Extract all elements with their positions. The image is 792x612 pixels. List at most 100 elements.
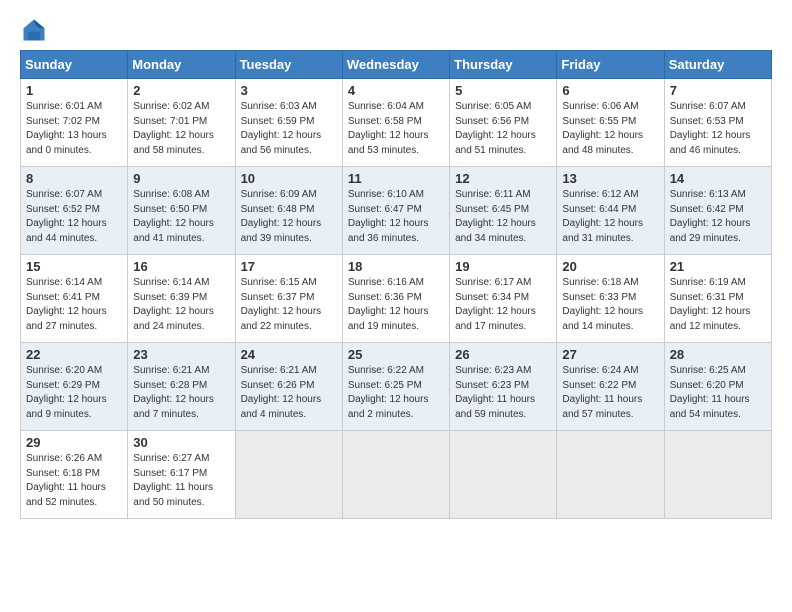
table-row: 28Sunrise: 6:25 AM Sunset: 6:20 PM Dayli… (664, 343, 771, 431)
day-number: 23 (133, 347, 230, 362)
day-number: 3 (241, 83, 338, 98)
table-row: 11 Sunrise: 6:10 AM Sunset: 6:47 PM Dayli… (342, 167, 449, 255)
col-wednesday: Wednesday (342, 51, 449, 79)
day-info: Sunrise: 6:10 AM Sunset: 6:47 PM Dayligh… (348, 188, 445, 246)
day-info: Sunrise: 6:03 AM Sunset: 6:59 PM Dayligh… (241, 100, 338, 158)
day-number: 24 (241, 347, 338, 362)
day-info: Sunrise: 6:12 AM Sunset: 6:44 PM Dayligh… (562, 188, 659, 246)
day-number: 10 (241, 171, 338, 186)
table-row: 10Sunrise: 6:09 AM Sunset: 6:48 PM Dayli… (235, 167, 342, 255)
day-number: 21 (670, 259, 767, 274)
day-number: 29 (26, 435, 123, 450)
day-info: Sunrise: 6:18 AM Sunset: 6:33 PM Dayligh… (562, 276, 659, 334)
day-info: Sunrise: 6:11 AM Sunset: 6:45 PM Dayligh… (455, 188, 552, 246)
day-info: Sunrise: 6:06 AM Sunset: 6:55 PM Dayligh… (562, 100, 659, 158)
calendar-week-2: 8 Sunrise: 6:07 AM Sunset: 6:52 PM Daylig… (21, 167, 772, 255)
header (20, 16, 772, 44)
table-row: 21 Sunrise: 6:19 AM Sunset: 6:31 PM Dayli… (664, 255, 771, 343)
day-number: 18 (348, 259, 445, 274)
day-number: 27 (562, 347, 659, 362)
day-number: 13 (562, 171, 659, 186)
day-number: 14 (670, 171, 767, 186)
day-number: 15 (26, 259, 123, 274)
day-info: Sunrise: 6:14 AM Sunset: 6:41 PM Dayligh… (26, 276, 123, 334)
day-info: Sunrise: 6:19 AM Sunset: 6:31 PM Dayligh… (670, 276, 767, 334)
table-row (450, 431, 557, 519)
day-info: Sunrise: 6:07 AM Sunset: 6:53 PM Dayligh… (670, 100, 767, 158)
table-row: 5Sunrise: 6:05 AM Sunset: 6:56 PM Daylig… (450, 79, 557, 167)
table-row: 29 Sunrise: 6:26 AM Sunset: 6:18 PM Dayli… (21, 431, 128, 519)
day-info: Sunrise: 6:23 AM Sunset: 6:23 PM Dayligh… (455, 364, 552, 422)
day-number: 28 (670, 347, 767, 362)
day-info: Sunrise: 6:08 AM Sunset: 6:50 PM Dayligh… (133, 188, 230, 246)
logo-icon (20, 16, 48, 44)
day-number: 4 (348, 83, 445, 98)
day-number: 11 (348, 171, 445, 186)
day-info: Sunrise: 6:20 AM Sunset: 6:29 PM Dayligh… (26, 364, 123, 422)
calendar-week-1: 1Sunrise: 6:01 AM Sunset: 7:02 PM Daylig… (21, 79, 772, 167)
day-number: 17 (241, 259, 338, 274)
table-row: 17 Sunrise: 6:15 AM Sunset: 6:37 PM Dayli… (235, 255, 342, 343)
day-info: Sunrise: 6:26 AM Sunset: 6:18 PM Dayligh… (26, 452, 123, 510)
table-row (557, 431, 664, 519)
table-row: 19 Sunrise: 6:17 AM Sunset: 6:34 PM Dayli… (450, 255, 557, 343)
calendar-table: Sunday Monday Tuesday Wednesday Thursday… (20, 50, 772, 519)
day-info: Sunrise: 6:17 AM Sunset: 6:34 PM Dayligh… (455, 276, 552, 334)
day-number: 25 (348, 347, 445, 362)
col-saturday: Saturday (664, 51, 771, 79)
table-row: 18 Sunrise: 6:16 AM Sunset: 6:36 PM Dayli… (342, 255, 449, 343)
table-row: 22 Sunrise: 6:20 AM Sunset: 6:29 PM Dayli… (21, 343, 128, 431)
table-row: 13 Sunrise: 6:12 AM Sunset: 6:44 PM Dayli… (557, 167, 664, 255)
table-row: 24Sunrise: 6:21 AM Sunset: 6:26 PM Dayli… (235, 343, 342, 431)
table-row: 26 Sunrise: 6:23 AM Sunset: 6:23 PM Dayli… (450, 343, 557, 431)
day-number: 19 (455, 259, 552, 274)
col-friday: Friday (557, 51, 664, 79)
day-number: 20 (562, 259, 659, 274)
table-row: 2 Sunrise: 6:02 AM Sunset: 7:01 PM Daylig… (128, 79, 235, 167)
table-row: 16 Sunrise: 6:14 AM Sunset: 6:39 PM Dayli… (128, 255, 235, 343)
day-info: Sunrise: 6:02 AM Sunset: 7:01 PM Dayligh… (133, 100, 230, 158)
page: Sunday Monday Tuesday Wednesday Thursday… (0, 0, 792, 612)
table-row (342, 431, 449, 519)
day-info: Sunrise: 6:01 AM Sunset: 7:02 PM Dayligh… (26, 100, 123, 158)
day-number: 12 (455, 171, 552, 186)
table-row: 27 Sunrise: 6:24 AM Sunset: 6:22 PM Dayli… (557, 343, 664, 431)
day-number: 6 (562, 83, 659, 98)
day-number: 26 (455, 347, 552, 362)
calendar-week-4: 22 Sunrise: 6:20 AM Sunset: 6:29 PM Dayli… (21, 343, 772, 431)
day-info: Sunrise: 6:13 AM Sunset: 6:42 PM Dayligh… (670, 188, 767, 246)
day-info: Sunrise: 6:24 AM Sunset: 6:22 PM Dayligh… (562, 364, 659, 422)
calendar-header-row: Sunday Monday Tuesday Wednesday Thursday… (21, 51, 772, 79)
table-row: 30 Sunrise: 6:27 AM Sunset: 6:17 PM Dayli… (128, 431, 235, 519)
table-row: 14 Sunrise: 6:13 AM Sunset: 6:42 PM Dayli… (664, 167, 771, 255)
day-number: 9 (133, 171, 230, 186)
day-number: 5 (455, 83, 552, 98)
table-row: 12 Sunrise: 6:11 AM Sunset: 6:45 PM Dayli… (450, 167, 557, 255)
day-number: 2 (133, 83, 230, 98)
col-tuesday: Tuesday (235, 51, 342, 79)
col-thursday: Thursday (450, 51, 557, 79)
table-row: 6 Sunrise: 6:06 AM Sunset: 6:55 PM Daylig… (557, 79, 664, 167)
day-number: 16 (133, 259, 230, 274)
table-row: 23Sunrise: 6:21 AM Sunset: 6:28 PM Dayli… (128, 343, 235, 431)
day-number: 22 (26, 347, 123, 362)
day-info: Sunrise: 6:15 AM Sunset: 6:37 PM Dayligh… (241, 276, 338, 334)
calendar-week-3: 15 Sunrise: 6:14 AM Sunset: 6:41 PM Dayli… (21, 255, 772, 343)
col-sunday: Sunday (21, 51, 128, 79)
day-info: Sunrise: 6:14 AM Sunset: 6:39 PM Dayligh… (133, 276, 230, 334)
table-row (664, 431, 771, 519)
day-info: Sunrise: 6:27 AM Sunset: 6:17 PM Dayligh… (133, 452, 230, 510)
table-row (235, 431, 342, 519)
table-row: 15 Sunrise: 6:14 AM Sunset: 6:41 PM Dayli… (21, 255, 128, 343)
day-number: 30 (133, 435, 230, 450)
day-info: Sunrise: 6:22 AM Sunset: 6:25 PM Dayligh… (348, 364, 445, 422)
table-row: 9 Sunrise: 6:08 AM Sunset: 6:50 PM Daylig… (128, 167, 235, 255)
day-info: Sunrise: 6:07 AM Sunset: 6:52 PM Dayligh… (26, 188, 123, 246)
day-info: Sunrise: 6:16 AM Sunset: 6:36 PM Dayligh… (348, 276, 445, 334)
calendar-week-5: 29 Sunrise: 6:26 AM Sunset: 6:18 PM Dayli… (21, 431, 772, 519)
day-number: 8 (26, 171, 123, 186)
table-row: 20 Sunrise: 6:18 AM Sunset: 6:33 PM Dayli… (557, 255, 664, 343)
day-info: Sunrise: 6:04 AM Sunset: 6:58 PM Dayligh… (348, 100, 445, 158)
logo (20, 16, 52, 44)
table-row: 3 Sunrise: 6:03 AM Sunset: 6:59 PM Daylig… (235, 79, 342, 167)
